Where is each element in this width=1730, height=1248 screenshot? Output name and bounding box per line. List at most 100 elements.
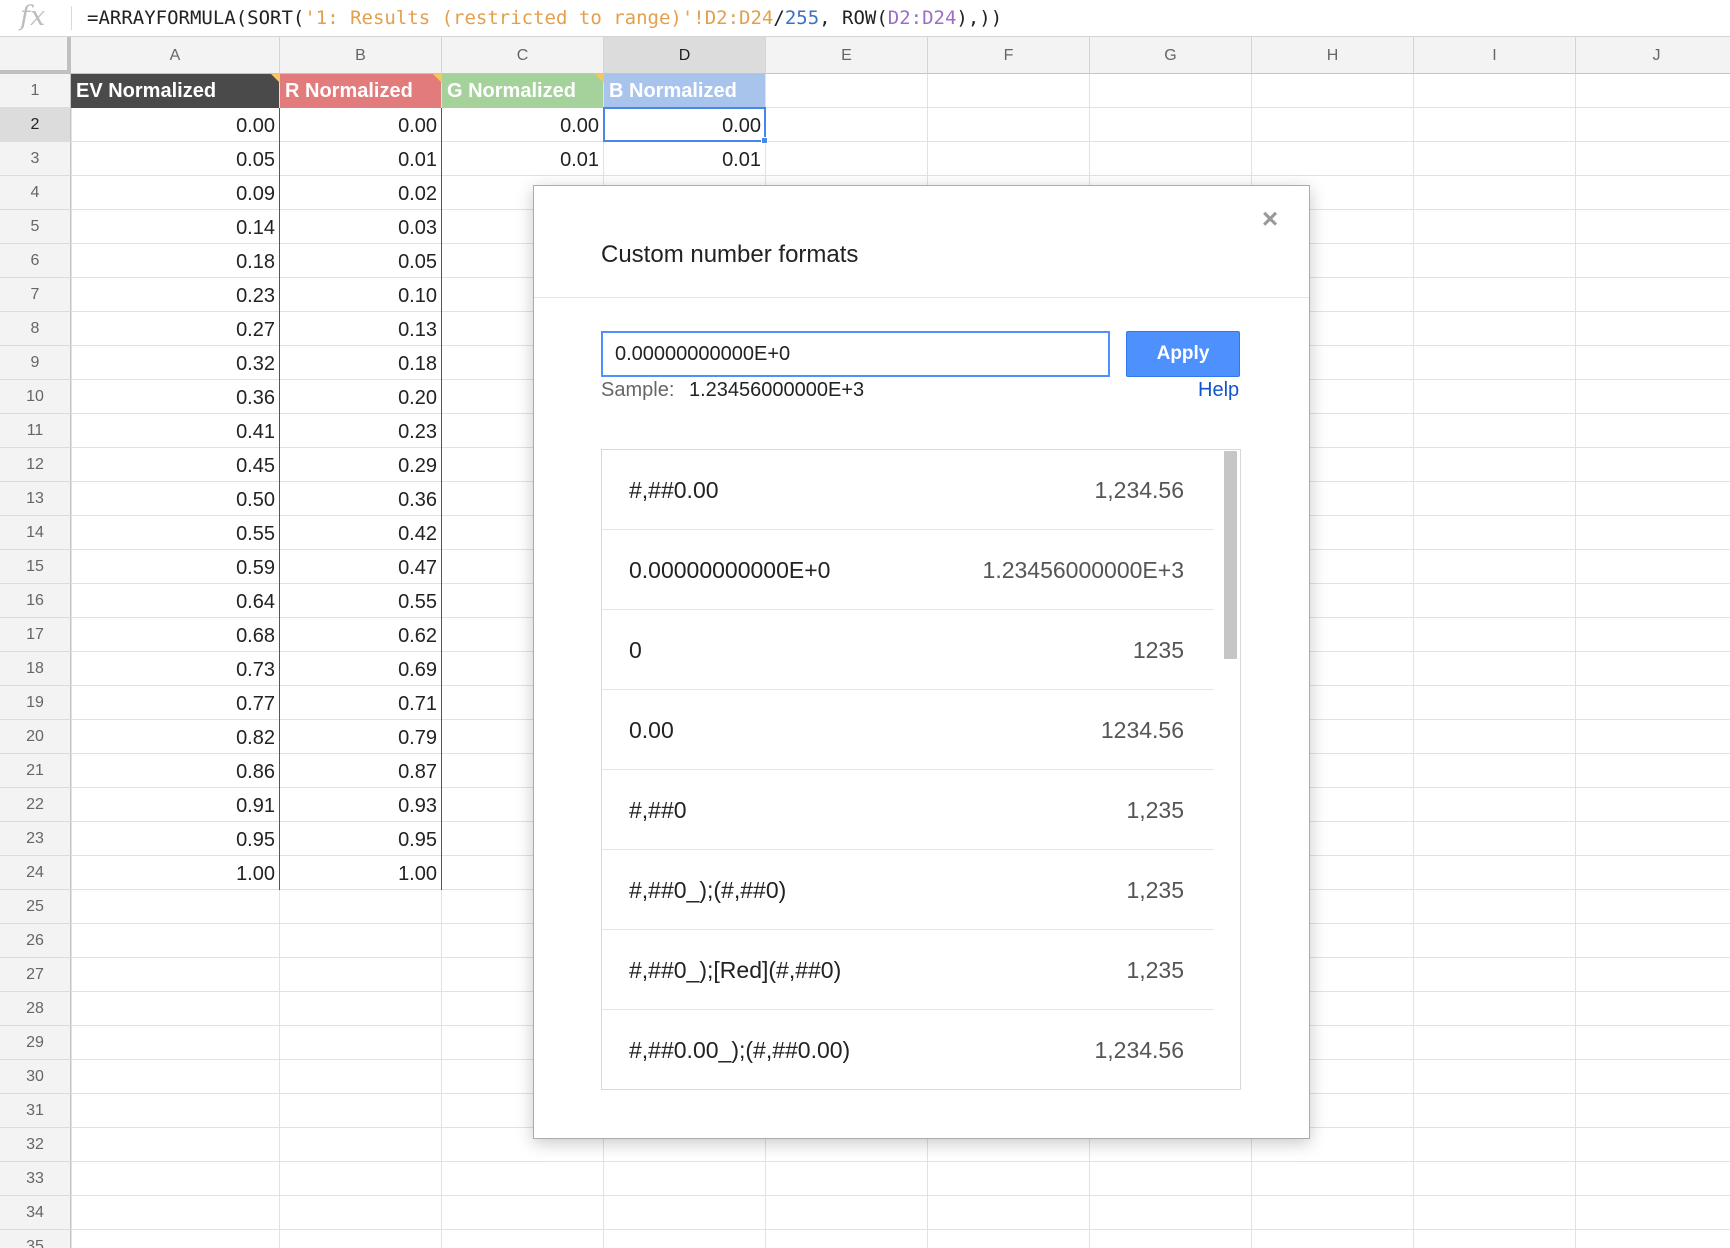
cell-b23[interactable]: 0.95	[280, 822, 441, 856]
cell-a2[interactable]: 0.00	[71, 108, 279, 142]
cell-c2[interactable]: 0.00	[442, 108, 603, 142]
cell-a18[interactable]: 0.73	[71, 652, 279, 686]
cell-a24[interactable]: 1.00	[71, 856, 279, 890]
cell-a14[interactable]: 0.55	[71, 516, 279, 550]
row-header-32[interactable]: 32	[0, 1128, 71, 1162]
row-header-7[interactable]: 7	[0, 278, 71, 312]
format-list-item[interactable]: #,##0.00 1,234.56	[602, 450, 1214, 530]
row-header-14[interactable]: 14	[0, 516, 71, 550]
cell-a15[interactable]: 0.59	[71, 550, 279, 584]
row-header-10[interactable]: 10	[0, 380, 71, 414]
row-header-2[interactable]: 2	[0, 108, 71, 142]
row-header-21[interactable]: 21	[0, 754, 71, 788]
row-header-5[interactable]: 5	[0, 210, 71, 244]
row-header-16[interactable]: 16	[0, 584, 71, 618]
row-header-33[interactable]: 33	[0, 1162, 71, 1196]
column-header-g[interactable]: G	[1090, 37, 1252, 74]
cell-a22[interactable]: 0.91	[71, 788, 279, 822]
row-header-1[interactable]: 1	[0, 74, 71, 108]
cell-a9[interactable]: 0.32	[71, 346, 279, 380]
row-header-23[interactable]: 23	[0, 822, 71, 856]
cell-a4[interactable]: 0.09	[71, 176, 279, 210]
cell-a12[interactable]: 0.45	[71, 448, 279, 482]
fill-handle[interactable]	[761, 137, 768, 144]
cell-b16[interactable]: 0.55	[280, 584, 441, 618]
cell-a5[interactable]: 0.14	[71, 210, 279, 244]
column-header-i[interactable]: I	[1414, 37, 1576, 74]
column-header-c[interactable]: C	[442, 37, 604, 74]
format-list-item[interactable]: #,##0_);(#,##0) 1,235	[602, 850, 1214, 930]
cell-a23[interactable]: 0.95	[71, 822, 279, 856]
row-header-4[interactable]: 4	[0, 176, 71, 210]
row-header-31[interactable]: 31	[0, 1094, 71, 1128]
row-header-15[interactable]: 15	[0, 550, 71, 584]
cell-b5[interactable]: 0.03	[280, 210, 441, 244]
cell-b21[interactable]: 0.87	[280, 754, 441, 788]
row-header-25[interactable]: 25	[0, 890, 71, 924]
row-header-6[interactable]: 6	[0, 244, 71, 278]
cell-a17[interactable]: 0.68	[71, 618, 279, 652]
row-header-13[interactable]: 13	[0, 482, 71, 516]
cell-b15[interactable]: 0.47	[280, 550, 441, 584]
cell-b9[interactable]: 0.18	[280, 346, 441, 380]
column-header-b[interactable]: B	[280, 37, 442, 74]
cell-b14[interactable]: 0.42	[280, 516, 441, 550]
cell-b6[interactable]: 0.05	[280, 244, 441, 278]
column-header-h[interactable]: H	[1252, 37, 1414, 74]
header-cell-a[interactable]: EV Normalized	[71, 74, 279, 108]
format-list-item[interactable]: 0.00 1234.56	[602, 690, 1214, 770]
column-header-d[interactable]: D	[604, 37, 766, 74]
formula-input[interactable]: =ARRAYFORMULA(SORT('1: Results (restrict…	[87, 7, 1002, 29]
row-header-26[interactable]: 26	[0, 924, 71, 958]
cell-b17[interactable]: 0.62	[280, 618, 441, 652]
cell-a6[interactable]: 0.18	[71, 244, 279, 278]
close-icon[interactable]: ×	[1257, 205, 1283, 233]
format-list-item[interactable]: 0.00000000000E+0 1.23456000000E+3	[602, 530, 1214, 610]
column-header-e[interactable]: E	[766, 37, 928, 74]
format-list-item[interactable]: 0 1235	[602, 610, 1214, 690]
row-header-27[interactable]: 27	[0, 958, 71, 992]
cell-a8[interactable]: 0.27	[71, 312, 279, 346]
cell-b18[interactable]: 0.69	[280, 652, 441, 686]
header-cell-b[interactable]: R Normalized	[280, 74, 441, 108]
cell-a19[interactable]: 0.77	[71, 686, 279, 720]
apply-button[interactable]: Apply	[1126, 331, 1240, 377]
row-header-8[interactable]: 8	[0, 312, 71, 346]
cell-b4[interactable]: 0.02	[280, 176, 441, 210]
row-header-11[interactable]: 11	[0, 414, 71, 448]
cell-b12[interactable]: 0.29	[280, 448, 441, 482]
cell-a3[interactable]: 0.05	[71, 142, 279, 176]
format-list-item[interactable]: #,##0 1,235	[602, 770, 1214, 850]
cell-b8[interactable]: 0.13	[280, 312, 441, 346]
row-header-17[interactable]: 17	[0, 618, 71, 652]
cell-b3[interactable]: 0.01	[280, 142, 441, 176]
row-header-12[interactable]: 12	[0, 448, 71, 482]
row-header-30[interactable]: 30	[0, 1060, 71, 1094]
row-header-28[interactable]: 28	[0, 992, 71, 1026]
row-header-35[interactable]: 35	[0, 1230, 71, 1248]
cell-b2[interactable]: 0.00	[280, 108, 441, 142]
cell-a16[interactable]: 0.64	[71, 584, 279, 618]
column-header-a[interactable]: A	[71, 37, 280, 74]
row-header-20[interactable]: 20	[0, 720, 71, 754]
cell-c3[interactable]: 0.01	[442, 142, 603, 176]
cell-a21[interactable]: 0.86	[71, 754, 279, 788]
header-cell-c[interactable]: G Normalized	[442, 74, 603, 108]
row-header-22[interactable]: 22	[0, 788, 71, 822]
row-header-24[interactable]: 24	[0, 856, 71, 890]
row-header-29[interactable]: 29	[0, 1026, 71, 1060]
row-header-3[interactable]: 3	[0, 142, 71, 176]
help-link[interactable]: Help	[1198, 379, 1239, 402]
row-header-19[interactable]: 19	[0, 686, 71, 720]
cell-b10[interactable]: 0.20	[280, 380, 441, 414]
select-all-corner[interactable]	[0, 37, 71, 74]
cell-a10[interactable]: 0.36	[71, 380, 279, 414]
cell-a13[interactable]: 0.50	[71, 482, 279, 516]
cell-a20[interactable]: 0.82	[71, 720, 279, 754]
cell-d3[interactable]: 0.01	[604, 142, 765, 176]
cell-b24[interactable]: 1.00	[280, 856, 441, 890]
format-list[interactable]: #,##0.00 1,234.56 0.00000000000E+0 1.234560…	[601, 449, 1241, 1090]
row-header-9[interactable]: 9	[0, 346, 71, 380]
cell-a11[interactable]: 0.41	[71, 414, 279, 448]
format-list-scrollbar[interactable]	[1224, 451, 1237, 659]
